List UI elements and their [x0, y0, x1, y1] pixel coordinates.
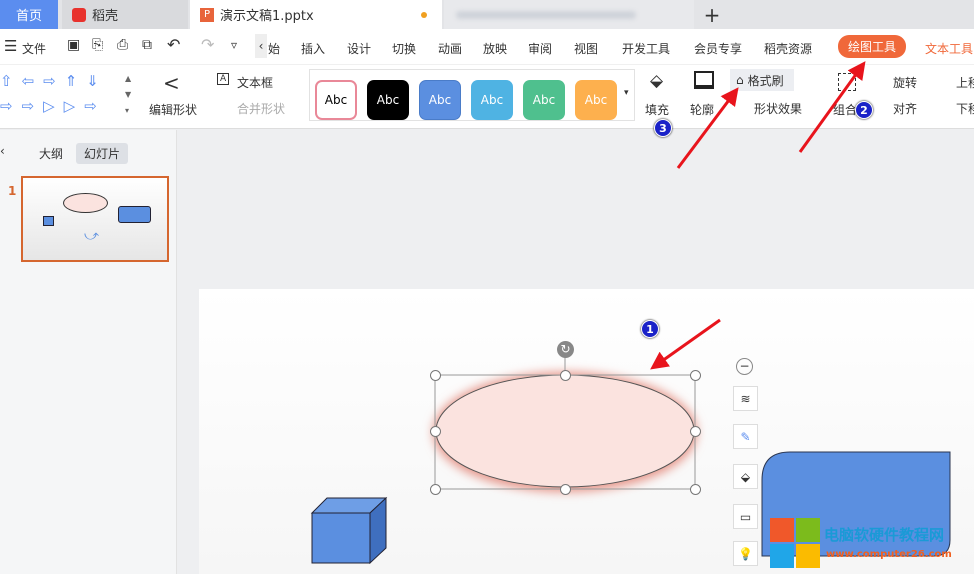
annotation-badge-2: 2	[855, 101, 873, 119]
rotate-handle-icon[interactable]: ↻	[557, 341, 574, 358]
arrow-2	[798, 61, 866, 153]
fill-quick-icon[interactable]: ⬙	[733, 464, 758, 489]
outline-quick-icon[interactable]: ▭	[733, 504, 758, 529]
windows-logo	[770, 518, 820, 568]
smart-bulb-icon[interactable]: 💡	[733, 541, 758, 566]
watermark: 电脑软硬件教程网 www.computer26.com	[770, 518, 974, 574]
annotation-badge-3: 3	[654, 119, 672, 137]
collapse-toolbar-icon[interactable]: −	[736, 358, 753, 375]
slide-shapes	[310, 61, 951, 565]
resize-handle-b[interactable]	[560, 484, 571, 495]
arrow-3	[676, 87, 739, 169]
layers-icon[interactable]: ≋	[733, 386, 758, 411]
annotation-arrows	[650, 61, 866, 370]
resize-handle-tl[interactable]	[430, 370, 441, 381]
resize-handle-br[interactable]	[690, 484, 701, 495]
resize-handle-t[interactable]	[560, 370, 571, 381]
watermark-title: 电脑软硬件教程网	[824, 526, 945, 544]
annotation-badge-1: 1	[641, 320, 659, 338]
watermark-url: www.computer26.com	[826, 549, 952, 560]
resize-handle-tr[interactable]	[690, 370, 701, 381]
ellipse-shape[interactable]	[435, 374, 695, 488]
brush-style-icon[interactable]: ✎	[733, 424, 758, 449]
resize-handle-r[interactable]	[690, 426, 701, 437]
cube-shape[interactable]	[310, 496, 388, 565]
resize-handle-bl[interactable]	[430, 484, 441, 495]
resize-handle-l[interactable]	[430, 426, 441, 437]
arrow-1	[650, 318, 721, 370]
